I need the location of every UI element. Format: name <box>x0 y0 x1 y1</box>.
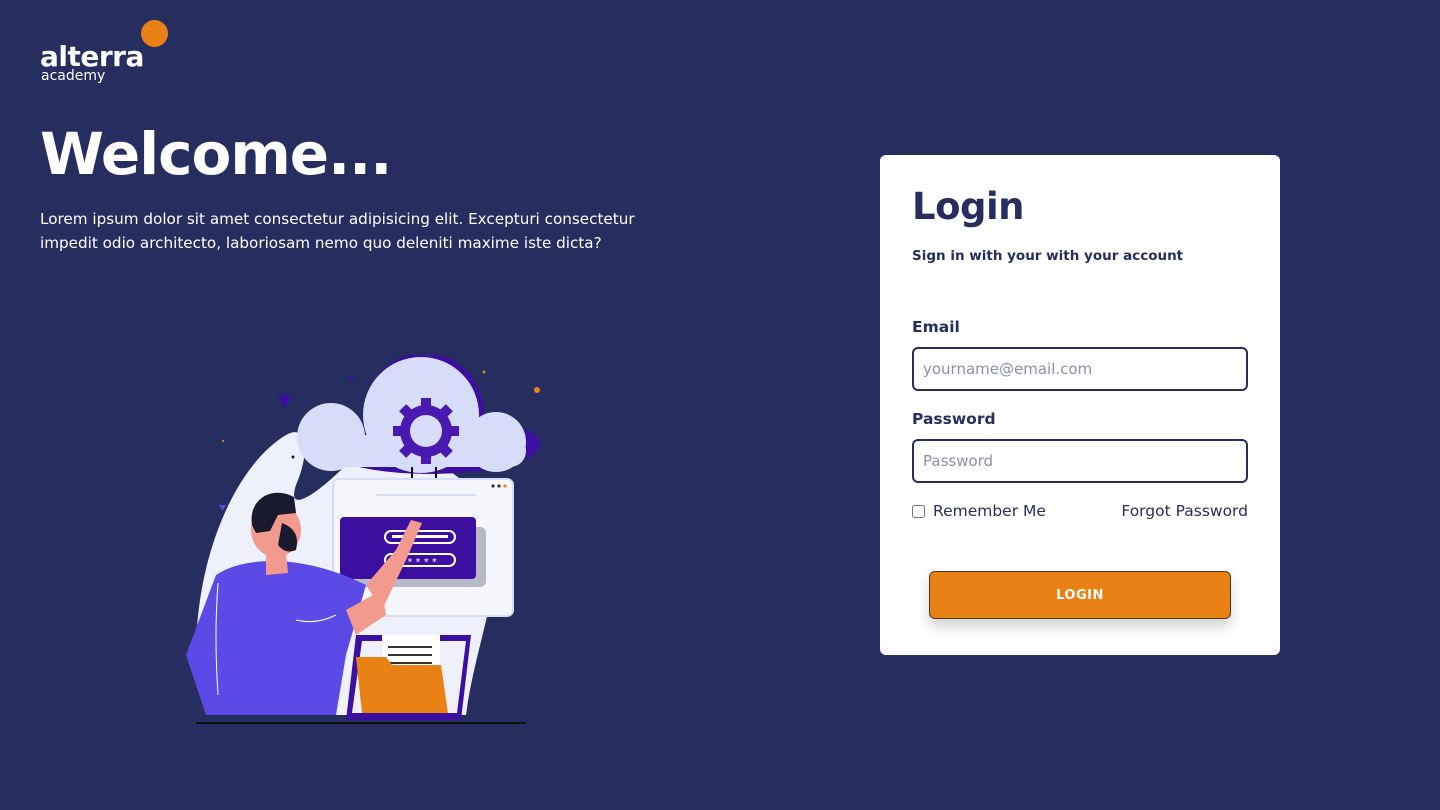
folder-icon <box>356 657 448 713</box>
gear-icon <box>393 398 459 464</box>
password-field[interactable] <box>912 439 1248 483</box>
remember-me-label[interactable]: Remember Me <box>933 502 1046 520</box>
forgot-password-link[interactable]: Forgot Password <box>1121 502 1248 520</box>
brand-logo-dot <box>141 20 168 47</box>
brand-logo: alterra academy <box>40 18 180 88</box>
login-title: Login <box>912 185 1025 228</box>
email-label: Email <box>912 318 960 336</box>
login-card: Login Sign in with your with your accoun… <box>880 155 1280 655</box>
login-subtitle: Sign in with your with your account <box>912 248 1184 264</box>
welcome-description: Lorem ipsum dolor sit amet consectetur a… <box>40 210 635 252</box>
remember-me-checkbox[interactable] <box>912 504 925 518</box>
login-button[interactable]: LOGIN <box>929 571 1231 619</box>
email-field[interactable] <box>912 347 1248 391</box>
password-label: Password <box>912 410 996 428</box>
remember-me: Remember Me <box>912 502 1046 520</box>
login-illustration: * * * * * * <box>186 355 540 724</box>
welcome-heading: Welcome... <box>40 120 392 188</box>
brand-tagline: academy <box>41 68 106 84</box>
